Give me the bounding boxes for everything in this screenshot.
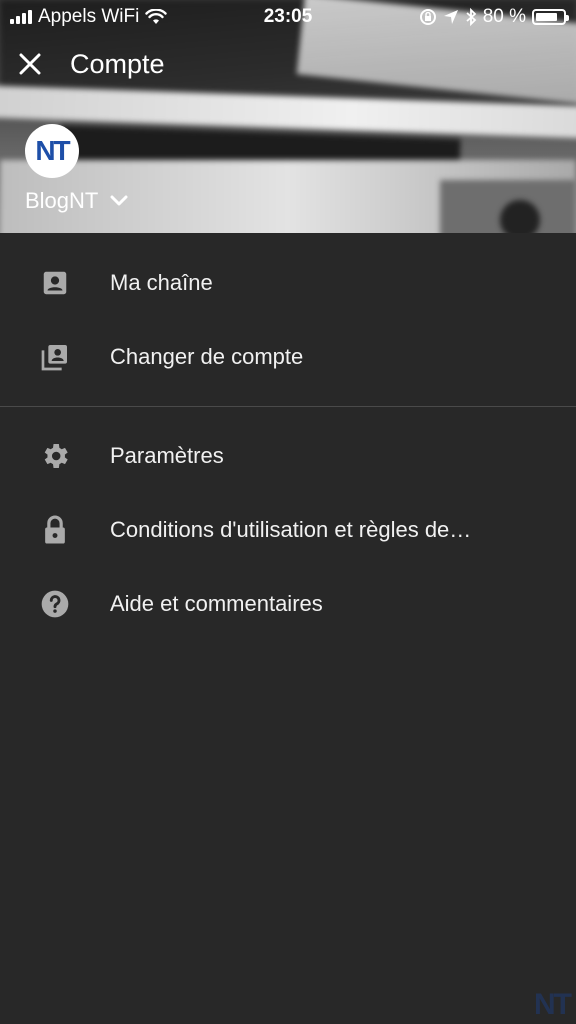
menu-item-label: Changer de compte [110,344,304,369]
page-title: Compte [70,48,165,79]
close-button[interactable] [0,40,60,88]
close-icon [19,53,41,75]
location-icon [443,10,458,24]
account-name: BlogNT [25,188,99,213]
avatar[interactable]: NT [25,124,79,178]
menu-item-terms[interactable]: Conditions d'utilisation et règles de… [0,493,576,567]
lock-icon [0,514,110,546]
divider [0,406,576,407]
switch-account-icon [0,341,110,373]
menu-item-settings[interactable]: Paramètres [0,419,576,493]
menu-item-label: Aide et commentaires [110,591,323,616]
carrier-label: Appels WiFi [38,6,140,27]
menu-item-help[interactable]: Aide et commentaires [0,567,576,641]
title-bar: Compte [0,40,576,88]
gear-icon [0,440,110,472]
bluetooth-icon [466,8,477,26]
menu-item-label: Conditions d'utilisation et règles de… [110,517,472,542]
menu-item-my-channel[interactable]: Ma chaîne [0,246,576,320]
menu-item-label: Ma chaîne [110,270,213,295]
battery-icon [532,9,569,25]
status-bar: Appels WiFi 23:05 80 % [0,0,576,34]
orientation-lock-icon [419,9,436,25]
account-switcher[interactable]: BlogNT [25,183,128,219]
help-icon [0,588,110,620]
chevron-down-icon [110,195,128,207]
person-box-icon [0,268,110,298]
wifi-icon [145,9,168,24]
clock: 23:05 [263,6,313,27]
signal-icon [10,10,32,24]
avatar-logo: NT [35,135,70,166]
battery-percent: 80 % [482,6,526,27]
menu-item-switch-account[interactable]: Changer de compte [0,320,576,394]
menu-item-label: Paramètres [110,443,224,468]
account-menu: Ma chaîne Changer de compte Paramètres C… [0,246,576,641]
watermark-logo: NT [534,988,572,1021]
